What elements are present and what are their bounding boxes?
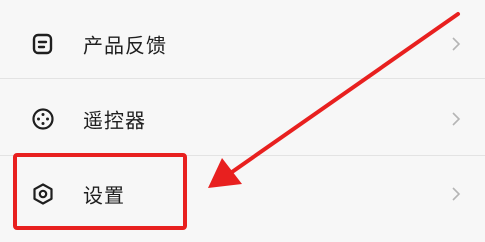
annotation-arrow-icon (208, 12, 460, 188)
